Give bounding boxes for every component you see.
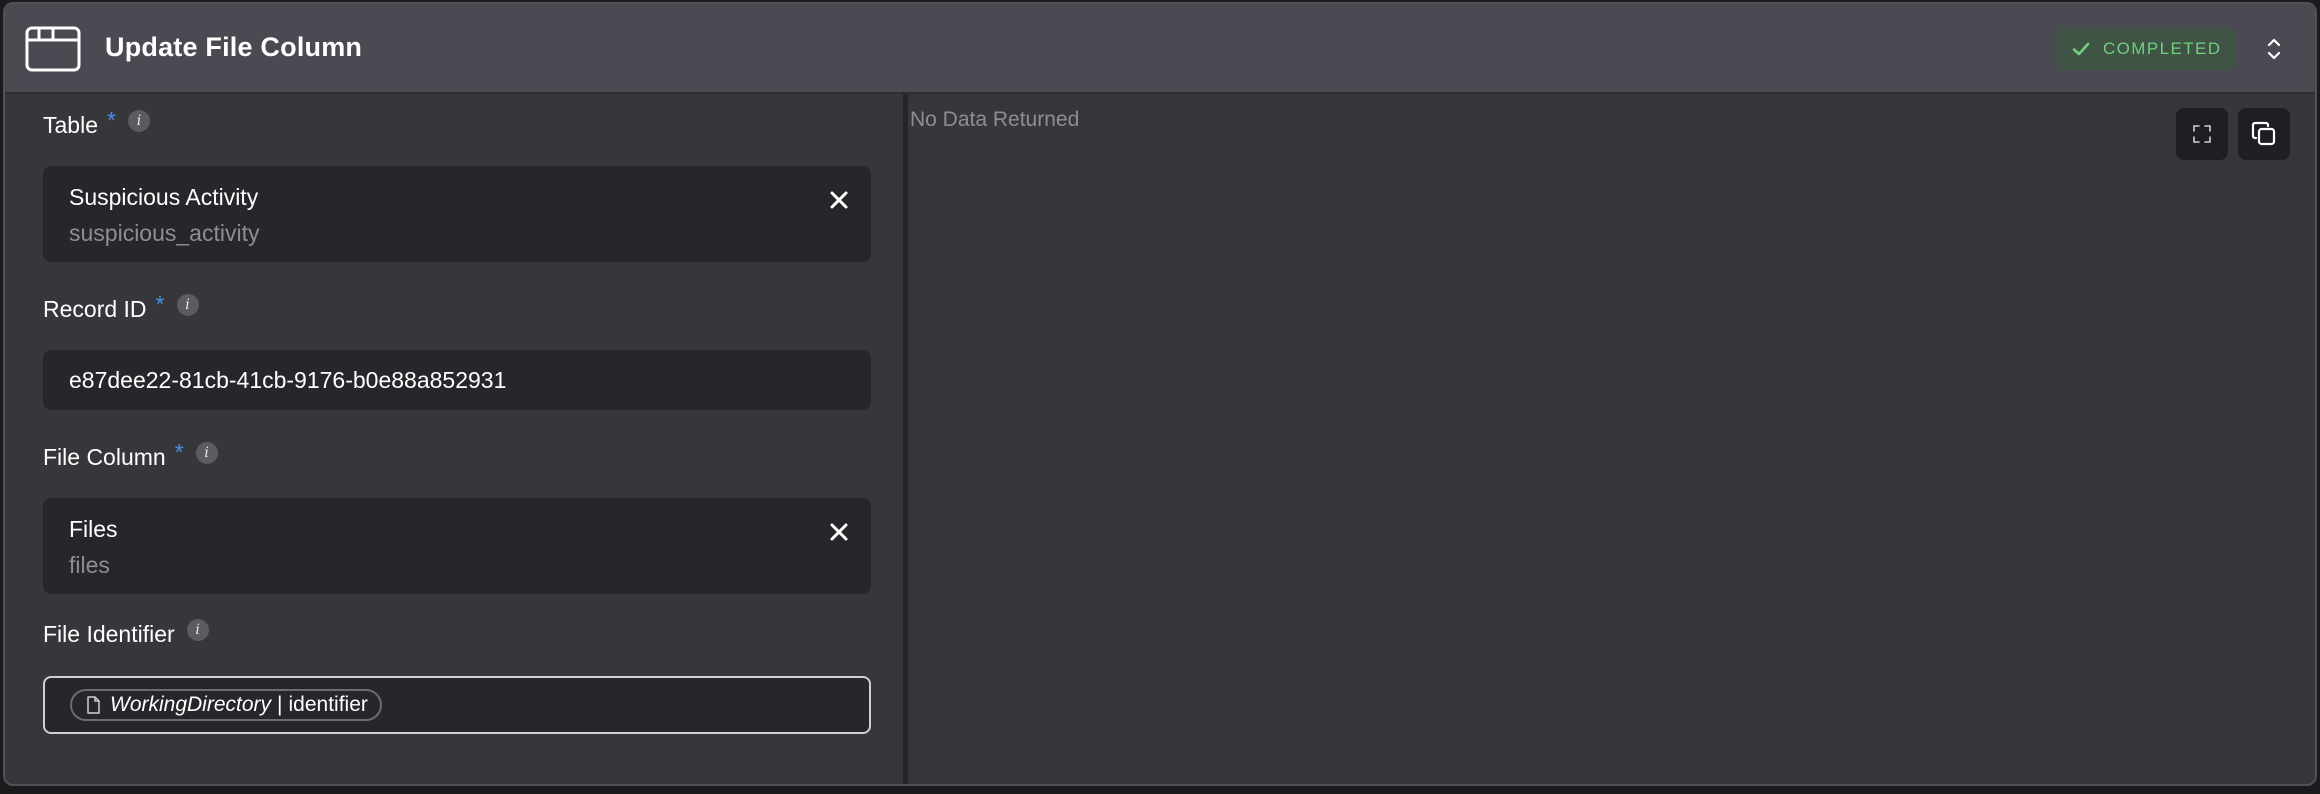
close-icon[interactable] (825, 518, 853, 546)
copy-icon (2251, 121, 2276, 146)
file-column-select[interactable]: Files files (43, 498, 871, 594)
file-column-field-label: File Column * i (43, 439, 218, 471)
status-text: COMPLETED (2103, 39, 2222, 58)
record-id-label-text: Record ID (43, 296, 147, 322)
info-icon[interactable]: i (127, 109, 150, 132)
file-icon (87, 696, 100, 714)
table-select[interactable]: Suspicious Activity suspicious_activity (43, 166, 871, 262)
fullscreen-button[interactable] (2176, 108, 2228, 160)
update-file-column-panel: Update File Column COMPLETED Table * i S… (3, 2, 2317, 786)
info-icon[interactable]: i (195, 441, 218, 464)
required-marker: * (155, 291, 165, 317)
chevron-up-down-icon[interactable] (2263, 34, 2285, 64)
table-label-text: Table (43, 112, 98, 138)
check-icon (2072, 42, 2090, 56)
token-field: identifier (288, 693, 368, 716)
file-identifier-input[interactable]: WorkingDirectory | identifier (43, 676, 871, 734)
panel-header: Update File Column COMPLETED (5, 4, 2315, 94)
info-icon[interactable]: i (176, 293, 199, 316)
file-identifier-field-label: File Identifier i (43, 618, 209, 648)
file-column-selected-name: Files (69, 516, 118, 542)
table-field-label: Table * i (43, 107, 150, 139)
panel-title: Update File Column (105, 32, 363, 62)
empty-output-text: No Data Returned (910, 108, 1080, 131)
token-variable: WorkingDirectory (110, 693, 272, 716)
table-selected-name: Suspicious Activity (69, 184, 259, 210)
input-form: Table * i Suspicious Activity suspicious… (5, 94, 903, 784)
token-separator: | (277, 693, 283, 716)
table-selected-key: suspicious_activity (69, 220, 260, 246)
close-icon[interactable] (825, 186, 853, 214)
required-marker: * (106, 107, 116, 133)
file-column-selected-key: files (69, 552, 110, 578)
info-icon[interactable]: i (186, 618, 209, 641)
record-id-field-label: Record ID * i (43, 291, 199, 323)
output-area: No Data Returned (908, 94, 2315, 784)
required-marker: * (174, 439, 184, 465)
copy-button[interactable] (2238, 108, 2290, 160)
variable-token[interactable]: WorkingDirectory | identifier (70, 689, 382, 721)
file-column-label-text: File Column (43, 444, 166, 470)
browser-window-icon (25, 26, 81, 72)
status-badge: COMPLETED (2057, 28, 2235, 70)
file-identifier-label-text: File Identifier (43, 621, 175, 647)
record-id-input[interactable]: e87dee22-81cb-41cb-9176-b0e88a852931 (43, 350, 871, 410)
fullscreen-icon (2193, 125, 2211, 143)
